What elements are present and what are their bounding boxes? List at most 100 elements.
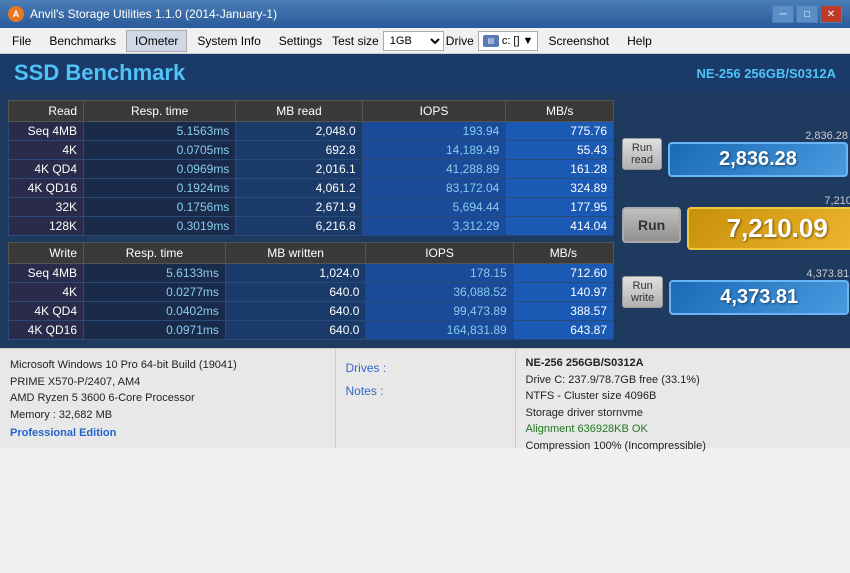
menu-settings[interactable]: Settings (271, 31, 330, 51)
read-score-box-wrap: 2,836.28 2,836.28 (668, 130, 848, 177)
row-label: 128K (9, 217, 84, 236)
table-row: 4K QD16 0.0971ms 640.0 164,831.89 643.87 (9, 321, 614, 340)
total-score-box: 7,210.09 (687, 207, 850, 250)
minimize-button[interactable]: ─ (772, 5, 794, 23)
table-row: 128K 0.3019ms 6,216.8 3,312.29 414.04 (9, 217, 614, 236)
window-controls: ─ □ ✕ (772, 5, 842, 23)
drive-button[interactable]: ▤ c: [] ▼ (478, 31, 539, 51)
row-mbs: 414.04 (506, 217, 614, 236)
row-iops: 193.94 (362, 122, 506, 141)
testsize-combo: Test size 1GB 256MB 4GB (332, 31, 444, 51)
row-mb: 2,016.1 (236, 160, 362, 179)
write-col-iops: IOPS (366, 243, 513, 264)
bottom-panel: Microsoft Windows 10 Pro 64-bit Build (1… (0, 348, 850, 448)
table-row: Seq 4MB 5.6133ms 1,024.0 178.15 712.60 (9, 264, 614, 283)
run-write-button[interactable]: Run write (622, 276, 663, 308)
write-score-label: 4,373.81 (806, 268, 849, 280)
row-iops: 3,312.29 (362, 217, 506, 236)
testsize-select[interactable]: 1GB 256MB 4GB (383, 31, 444, 51)
row-mb: 692.8 (236, 141, 362, 160)
table-row: 4K 0.0705ms 692.8 14,189.49 55.43 (9, 141, 614, 160)
drive-detail-driver: Storage driver stornvme (526, 405, 841, 422)
read-col-resp: Resp. time (84, 101, 236, 122)
total-score-box-wrap: 7,210.09 7,210.09 (687, 195, 850, 250)
menu-screenshot[interactable]: Screenshot (540, 31, 617, 51)
row-resp: 0.1924ms (84, 179, 236, 198)
app-icon: A (8, 6, 24, 22)
row-resp: 0.0705ms (84, 141, 236, 160)
row-label: 4K (9, 283, 84, 302)
row-mbs: 775.76 (506, 122, 614, 141)
drive-alignment: Alignment 636928KB OK (526, 421, 841, 438)
read-score-label: 2,836.28 (805, 130, 848, 142)
drive-compression: Compression 100% (Incompressible) (526, 438, 841, 455)
row-mbs: 324.89 (506, 179, 614, 198)
bottom-drive-details: NE-256 256GB/S0312A Drive C: 237.9/78.7G… (516, 349, 850, 448)
total-score-section: Run 7,210.09 7,210.09 (622, 195, 850, 250)
table-row: Seq 4MB 5.1563ms 2,048.0 193.94 775.76 (9, 122, 614, 141)
read-score-value: 2,836.28 (719, 148, 797, 170)
row-iops: 41,288.89 (362, 160, 506, 179)
row-resp: 0.0277ms (84, 283, 226, 302)
row-mb: 640.0 (225, 283, 366, 302)
row-mbs: 161.28 (506, 160, 614, 179)
row-label: 4K QD4 (9, 160, 84, 179)
menu-sysinfo[interactable]: System Info (189, 31, 268, 51)
table-row: 4K QD4 0.0969ms 2,016.1 41,288.89 161.28 (9, 160, 614, 179)
title-bar-left: A Anvil's Storage Utilities 1.1.0 (2014-… (8, 6, 277, 22)
row-resp: 0.3019ms (84, 217, 236, 236)
read-col-mb: MB read (236, 101, 362, 122)
row-resp: 5.6133ms (84, 264, 226, 283)
read-col-label: Read (9, 101, 84, 122)
row-mb: 4,061.2 (236, 179, 362, 198)
run-write-row: Run write 4,373.81 4,373.81 (622, 268, 849, 315)
row-label: 32K (9, 198, 84, 217)
right-panel: Run read 2,836.28 2,836.28 Run 7,210.09 … (622, 100, 842, 340)
row-resp: 5.1563ms (84, 122, 236, 141)
row-iops: 83,172.04 (362, 179, 506, 198)
row-mbs: 177.95 (506, 198, 614, 217)
write-col-label: Write (9, 243, 84, 264)
table-row: 4K QD16 0.1924ms 4,061.2 83,172.04 324.8… (9, 179, 614, 198)
row-resp: 0.0971ms (84, 321, 226, 340)
row-mbs: 643.87 (513, 321, 613, 340)
run-read-button[interactable]: Run read (622, 138, 662, 170)
row-iops: 178.15 (366, 264, 513, 283)
menu-iometer[interactable]: IOmeter (126, 30, 187, 52)
total-score-label: 7,210.09 (824, 195, 850, 207)
write-col-resp: Resp. time (84, 243, 226, 264)
row-label: Seq 4MB (9, 122, 84, 141)
menu-help[interactable]: Help (619, 31, 660, 51)
menu-bar: File Benchmarks IOmeter System Info Sett… (0, 28, 850, 54)
write-score-section: Run write 4,373.81 4,373.81 (622, 268, 849, 315)
write-table: Write Resp. time MB written IOPS MB/s Se… (8, 242, 614, 340)
edition-label: Professional Edition (10, 425, 325, 442)
drive-section: Drive ▤ c: [] ▼ (446, 31, 539, 51)
drive-detail-free: Drive C: 237.9/78.7GB free (33.1%) (526, 372, 841, 389)
write-score-value: 4,373.81 (720, 286, 798, 308)
maximize-button[interactable]: □ (796, 5, 818, 23)
run-button[interactable]: Run (622, 207, 681, 243)
read-col-mbs: MB/s (506, 101, 614, 122)
row-resp: 0.1756ms (84, 198, 236, 217)
row-mb: 6,216.8 (236, 217, 362, 236)
write-score-box: 4,373.81 (669, 280, 849, 315)
row-iops: 14,189.49 (362, 141, 506, 160)
close-button[interactable]: ✕ (820, 5, 842, 23)
row-label: 4K QD16 (9, 321, 84, 340)
row-mb: 2,671.9 (236, 198, 362, 217)
row-iops: 164,831.89 (366, 321, 513, 340)
sysinfo-line1: Microsoft Windows 10 Pro 64-bit Build (1… (10, 357, 325, 374)
write-col-mbs: MB/s (513, 243, 613, 264)
read-score-section: Run read 2,836.28 2,836.28 (622, 130, 848, 177)
drive-label: Drive (446, 34, 474, 48)
app-header: SSD Benchmark NE-256 256GB/S0312A (0, 54, 850, 92)
row-label: 4K QD4 (9, 302, 84, 321)
testsize-label: Test size (332, 34, 379, 48)
menu-benchmarks[interactable]: Benchmarks (41, 31, 124, 51)
row-mb: 640.0 (225, 321, 366, 340)
row-mb: 2,048.0 (236, 122, 362, 141)
write-table-header: Write Resp. time MB written IOPS MB/s (9, 243, 614, 264)
read-table: Read Resp. time MB read IOPS MB/s Seq 4M… (8, 100, 614, 236)
menu-file[interactable]: File (4, 31, 39, 51)
